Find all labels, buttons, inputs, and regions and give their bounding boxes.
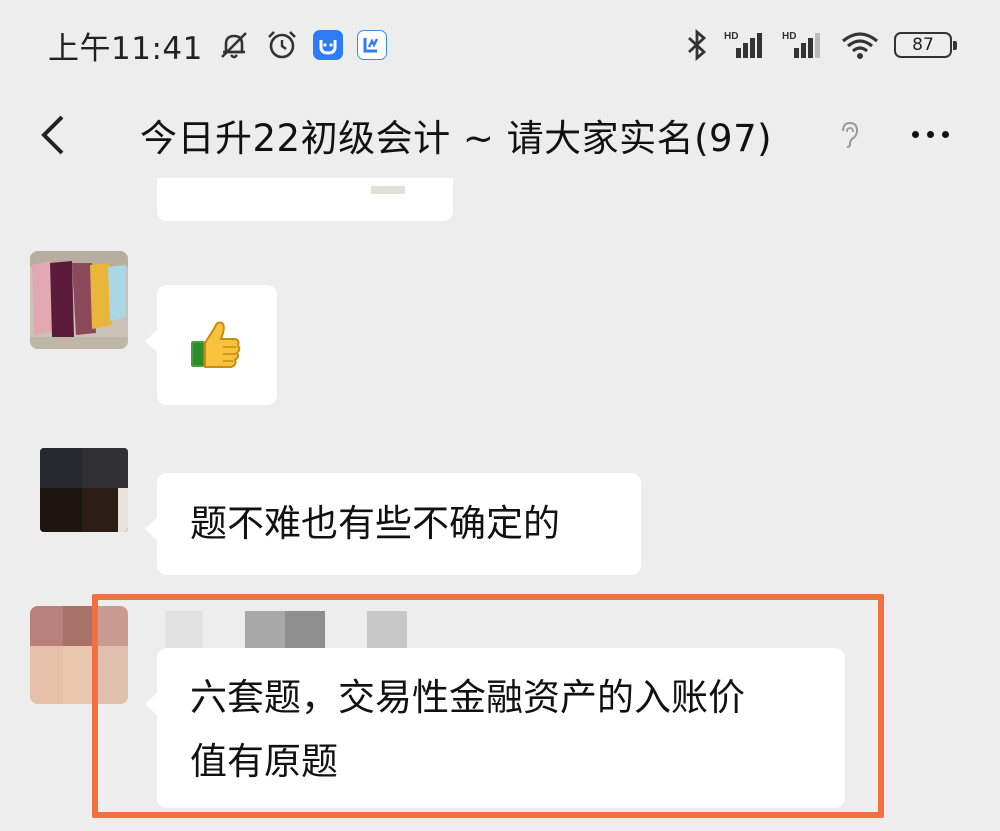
message-bubble-emoji[interactable] xyxy=(145,285,277,405)
status-bar: 上午11:41 HD HD 87 xyxy=(0,0,1000,90)
svg-text:HD: HD xyxy=(724,31,738,42)
more-button[interactable] xyxy=(900,114,960,154)
app-notification-icon xyxy=(312,30,343,60)
app-notification-icon-2 xyxy=(356,30,387,60)
alarm-icon xyxy=(265,28,299,62)
thumbs-up-icon xyxy=(187,317,243,393)
message-bubble[interactable]: 题不难也有些不确定的 xyxy=(145,473,641,575)
message-bubble-partial[interactable] xyxy=(157,178,453,221)
bluetooth-icon xyxy=(684,28,710,62)
signal-hd-icon: HD xyxy=(724,28,768,62)
more-dots-icon xyxy=(911,130,919,138)
battery-indicator: 87 xyxy=(894,32,957,58)
avatar[interactable] xyxy=(40,448,128,532)
highlight-annotation-box xyxy=(92,594,884,818)
status-right-icons: HD HD 87 xyxy=(684,28,957,62)
battery-level: 87 xyxy=(912,35,934,55)
mosaic-blur xyxy=(371,186,405,194)
ear-icon xyxy=(838,120,860,154)
chat-header: 今日升22初级会计 ~ 请大家实名(97) xyxy=(0,90,1000,178)
svg-text:HD: HD xyxy=(782,31,796,42)
mute-bell-icon xyxy=(217,28,251,62)
avatar[interactable] xyxy=(30,251,128,349)
wifi-icon xyxy=(840,28,880,62)
chat-title: 今日升22初级会计 ~ 请大家实名(97) xyxy=(140,117,773,160)
chevron-left-icon xyxy=(41,115,64,155)
status-left-icons xyxy=(217,28,387,62)
status-time: 上午11:41 xyxy=(48,30,203,67)
message-text: 题不难也有些不确定的 xyxy=(190,502,560,545)
signal-hd-icon-2: HD xyxy=(782,28,826,62)
back-button[interactable] xyxy=(28,110,78,160)
